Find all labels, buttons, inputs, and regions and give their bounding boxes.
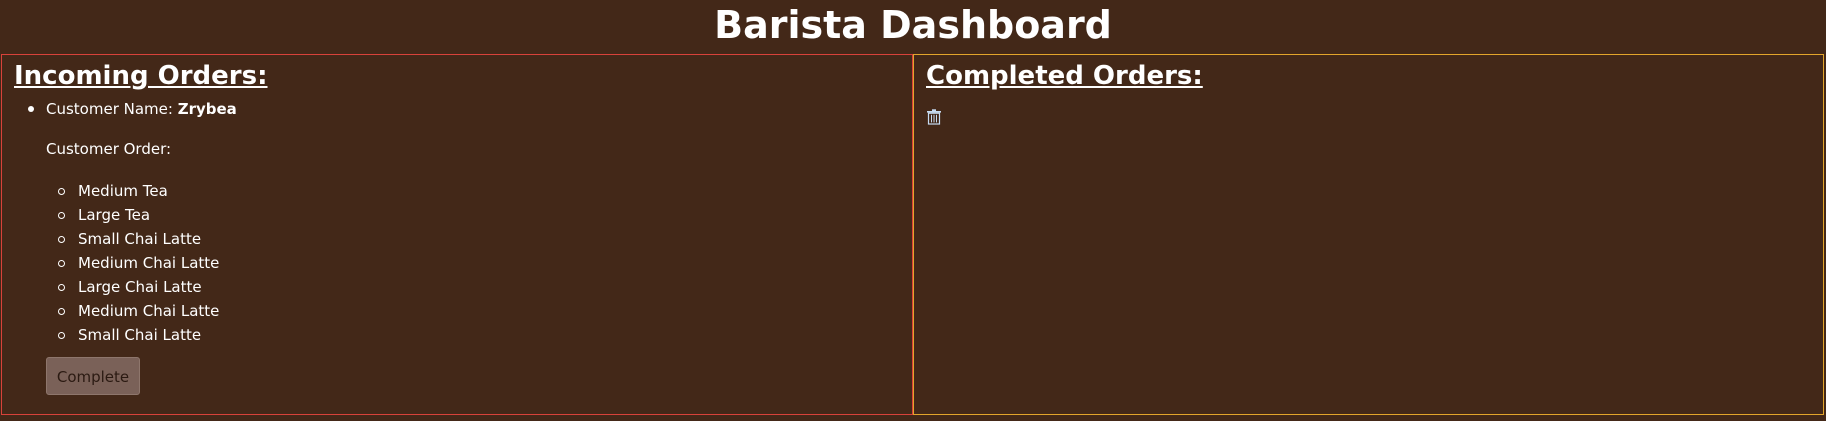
incoming-orders-heading: Incoming Orders: (14, 61, 268, 91)
order-card: Customer Name: Zrybea Customer Order: Me… (2, 99, 882, 395)
customer-line: Customer Name: Zrybea (46, 99, 882, 119)
drink-item: Small Chai Latte (46, 227, 882, 251)
drink-item-label: Medium Chai Latte (78, 302, 220, 320)
circle-bullet-icon (58, 260, 65, 267)
drink-item-label: Large Tea (78, 206, 151, 224)
circle-bullet-icon (58, 308, 65, 315)
drink-item: Large Tea (46, 203, 882, 227)
drink-item-label: Large Chai Latte (78, 278, 202, 296)
drink-item: Small Chai Latte (46, 323, 882, 347)
drink-list: Medium Tea Large Tea Small Chai Latte Me… (46, 179, 882, 347)
bullet-icon (28, 106, 34, 112)
trash-icon-graphic (927, 109, 941, 125)
drink-item-label: Small Chai Latte (78, 230, 202, 248)
completed-orders-panel: Completed Orders: (913, 54, 1824, 415)
circle-bullet-icon (58, 212, 65, 219)
drink-item-label: Small Chai Latte (78, 326, 202, 344)
drink-item: Medium Tea (46, 179, 882, 203)
customer-order-label: Customer Order: (46, 140, 172, 158)
completed-orders-heading: Completed Orders: (926, 61, 1203, 91)
circle-bullet-icon (58, 332, 65, 339)
incoming-orders-panel: Incoming Orders: Customer Name: Zrybea C… (1, 54, 913, 415)
drink-item-label: Medium Tea (78, 182, 168, 200)
complete-button[interactable]: Complete (46, 357, 140, 395)
drink-item: Medium Chai Latte (46, 299, 882, 323)
circle-bullet-icon (58, 284, 65, 291)
drink-item: Medium Chai Latte (46, 251, 882, 275)
circle-bullet-icon (58, 188, 65, 195)
page-title: Barista Dashboard (714, 3, 1112, 47)
customer-name: Zrybea (177, 100, 237, 118)
drink-item: Large Chai Latte (46, 275, 882, 299)
trash-icon[interactable] (926, 109, 942, 125)
drink-item-label: Medium Chai Latte (78, 254, 220, 272)
incoming-order-list: Customer Name: Zrybea Customer Order: Me… (2, 99, 882, 395)
circle-bullet-icon (58, 236, 65, 243)
customer-name-label: Customer Name: (46, 100, 173, 118)
